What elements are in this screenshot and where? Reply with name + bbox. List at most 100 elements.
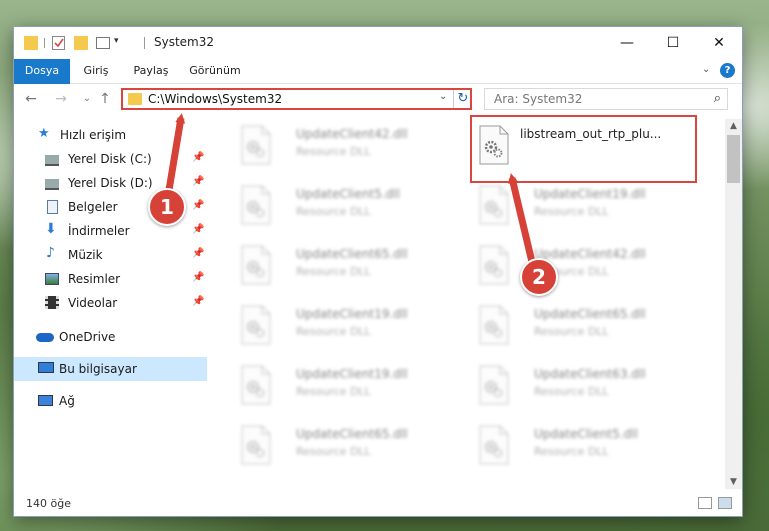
minimize-icon: — bbox=[620, 35, 634, 51]
search-placeholder: Ara: System32 bbox=[494, 92, 583, 106]
sidebar-item-label: Ağ bbox=[59, 394, 75, 408]
file-name: UpdateClient65.dll bbox=[296, 427, 408, 441]
sidebar-item-network[interactable]: Ağ bbox=[14, 389, 207, 413]
sidebar-item-onedrive[interactable]: OneDrive bbox=[14, 325, 207, 349]
sidebar-item-label: Müzik bbox=[68, 248, 103, 262]
file-name: UpdateClient65.dll bbox=[534, 307, 646, 321]
properties-icon[interactable] bbox=[52, 36, 65, 50]
refresh-icon[interactable]: ↻ bbox=[453, 90, 472, 108]
file-item[interactable]: UpdateClient19.dll Resource DLL bbox=[234, 301, 462, 353]
navigation-bar: ← → ⌄ ↑ C:\Windows\System32 ⌄ ↻ Ara: Sys… bbox=[14, 84, 742, 114]
tab-home[interactable]: Giriş bbox=[76, 59, 116, 83]
folder-icon bbox=[24, 36, 38, 50]
separator bbox=[44, 38, 45, 48]
pin-icon: 📌 bbox=[192, 176, 205, 187]
sidebar-item-quick-access[interactable]: ★ Hızlı erişim bbox=[14, 123, 207, 147]
navigation-pane: ★ Hızlı erişim Yerel Disk (C:) 📌 Yerel D… bbox=[14, 119, 207, 487]
file-type: Resource DLL bbox=[534, 205, 609, 218]
file-name: UpdateClient5.dll bbox=[534, 427, 638, 441]
close-button[interactable]: ✕ bbox=[696, 27, 742, 59]
minimize-button[interactable]: — bbox=[604, 27, 650, 59]
file-item[interactable]: UpdateClient5.dll Resource DLL bbox=[234, 181, 462, 233]
details-view-icon[interactable] bbox=[698, 497, 712, 509]
step-marker-1: 1 bbox=[148, 188, 186, 226]
file-type: Resource DLL bbox=[534, 385, 609, 398]
sidebar-item-this-pc[interactable]: Bu bilgisayar bbox=[14, 357, 207, 381]
scroll-up-icon[interactable]: ▲ bbox=[725, 119, 742, 133]
pin-icon: 📌 bbox=[192, 224, 205, 235]
sidebar-item-label: Belgeler bbox=[68, 200, 118, 214]
film-icon bbox=[45, 296, 59, 309]
chevron-down-icon[interactable]: ⌄ bbox=[439, 91, 447, 102]
forward-icon[interactable]: → bbox=[52, 90, 70, 108]
sidebar-item-label: OneDrive bbox=[59, 330, 116, 344]
dll-file-icon bbox=[478, 365, 510, 405]
ribbon-tabs: Dosya Giriş Paylaş Görünüm ⌄ ? bbox=[14, 59, 742, 111]
computer-icon bbox=[38, 362, 54, 373]
file-item[interactable]: UpdateClient42.dll Resource DLL bbox=[472, 241, 700, 293]
item-count: 140 öğe bbox=[26, 497, 71, 510]
scroll-thumb[interactable] bbox=[727, 135, 740, 183]
tab-view[interactable]: Görünüm bbox=[186, 59, 244, 83]
sidebar-item-label: Bu bilgisayar bbox=[59, 362, 137, 376]
dll-file-icon bbox=[478, 305, 510, 345]
dll-file-icon bbox=[240, 365, 272, 405]
picture-icon bbox=[45, 273, 59, 285]
new-folder-icon[interactable] bbox=[74, 36, 88, 50]
file-item[interactable]: UpdateClient65.dll Resource DLL bbox=[234, 421, 462, 473]
cloud-icon bbox=[36, 333, 54, 342]
dll-file-icon bbox=[478, 245, 510, 285]
file-name: UpdateClient42.dll bbox=[534, 247, 646, 261]
music-note-icon: ♪ bbox=[46, 245, 55, 261]
sidebar-item-label: İndirmeler bbox=[68, 224, 130, 238]
dll-file-icon bbox=[478, 185, 510, 225]
file-name: UpdateClient19.dll bbox=[296, 307, 408, 321]
file-item[interactable]: UpdateClient19.dll Resource DLL bbox=[472, 181, 700, 233]
recent-locations-icon[interactable]: ⌄ bbox=[78, 90, 96, 108]
help-icon[interactable]: ? bbox=[720, 63, 735, 78]
document-icon bbox=[47, 200, 58, 214]
file-item[interactable]: UpdateClient19.dll Resource DLL bbox=[234, 361, 462, 413]
chevron-down-icon[interactable]: ▾ bbox=[114, 36, 119, 52]
file-type: Resource DLL bbox=[296, 385, 371, 398]
maximize-button[interactable]: ☐ bbox=[650, 27, 696, 59]
vertical-scrollbar[interactable]: ▲ ▼ bbox=[725, 119, 742, 489]
back-icon[interactable]: ← bbox=[22, 90, 40, 108]
sidebar-item-pictures[interactable]: Resimler 📌 bbox=[14, 267, 207, 291]
up-icon[interactable]: ↑ bbox=[96, 90, 114, 108]
sidebar-item-downloads[interactable]: ⬇ İndirmeler 📌 bbox=[14, 219, 207, 243]
pin-icon: 📌 bbox=[192, 296, 205, 307]
file-name: UpdateClient19.dll bbox=[296, 367, 408, 381]
search-input[interactable]: Ara: System32 ⌕ bbox=[484, 88, 728, 110]
scroll-down-icon[interactable]: ▼ bbox=[725, 475, 742, 489]
file-type: Resource DLL bbox=[296, 265, 371, 278]
expand-ribbon-icon[interactable]: ⌄ bbox=[702, 64, 710, 75]
status-bar: 140 öğe bbox=[14, 491, 742, 516]
file-item[interactable]: UpdateClient5.dll Resource DLL bbox=[472, 421, 700, 473]
pin-icon: 📌 bbox=[192, 200, 205, 211]
file-type: Resource DLL bbox=[296, 325, 371, 338]
file-item[interactable]: UpdateClient63.dll Resource DLL bbox=[472, 361, 700, 413]
file-name: UpdateClient63.dll bbox=[534, 367, 646, 381]
file-name: UpdateClient19.dll bbox=[534, 187, 646, 201]
file-name: UpdateClient65.dll bbox=[296, 247, 408, 261]
pin-icon: 📌 bbox=[192, 248, 205, 259]
address-bar[interactable]: C:\Windows\System32 ⌄ ↻ bbox=[121, 88, 472, 110]
sidebar-item-videos[interactable]: Videolar 📌 bbox=[14, 291, 207, 315]
dll-file-icon bbox=[240, 425, 272, 465]
sidebar-item-music[interactable]: ♪ Müzik 📌 bbox=[14, 243, 207, 267]
dll-file-icon bbox=[240, 125, 272, 165]
file-type: Resource DLL bbox=[296, 205, 371, 218]
file-item[interactable]: UpdateClient65.dll Resource DLL bbox=[234, 241, 462, 293]
large-icons-view-icon[interactable] bbox=[718, 497, 732, 509]
file-item[interactable]: UpdateClient42.dll Resource DLL bbox=[234, 121, 462, 173]
customize-toolbar-icon[interactable] bbox=[96, 37, 110, 49]
drive-icon bbox=[45, 179, 59, 190]
file-item[interactable]: UpdateClient65.dll Resource DLL bbox=[472, 301, 700, 353]
address-path[interactable]: C:\Windows\System32 bbox=[148, 92, 282, 106]
dll-file-icon bbox=[240, 245, 272, 285]
tab-share[interactable]: Paylaş bbox=[128, 59, 174, 83]
drive-icon bbox=[45, 155, 59, 166]
step-marker-2: 2 bbox=[520, 258, 558, 296]
sidebar-item-local-disk-c[interactable]: Yerel Disk (C:) 📌 bbox=[14, 147, 207, 171]
